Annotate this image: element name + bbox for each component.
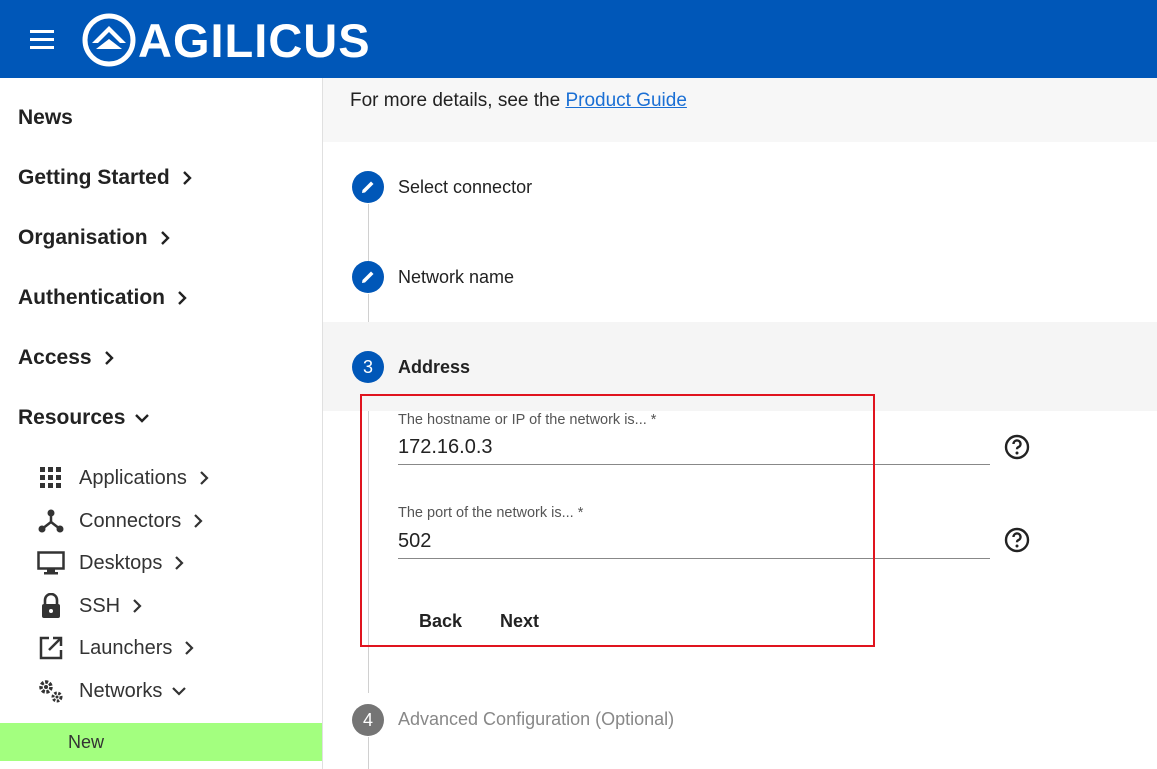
sidebar-item-label: Resources	[18, 406, 126, 429]
sidebar-subitem-launchers[interactable]: Launchers	[36, 635, 198, 661]
sidebar-subitem-label: SSH	[79, 594, 121, 617]
help-icon[interactable]	[1004, 434, 1030, 460]
sidebar-subitem-new[interactable]: New	[0, 723, 322, 761]
launch-icon	[36, 635, 66, 661]
step-1-edit-icon[interactable]	[352, 171, 384, 203]
help-icon[interactable]	[1004, 527, 1030, 553]
sidebar-item-access[interactable]: Access	[18, 346, 118, 370]
product-guide-link[interactable]: Product Guide	[565, 90, 686, 111]
grid-icon	[36, 465, 66, 491]
step-connector-line	[368, 204, 369, 262]
sidebar-item-news[interactable]: News	[18, 106, 73, 130]
step-2-label[interactable]: Network name	[398, 267, 514, 288]
chevron-right-icon	[182, 171, 192, 185]
sidebar-subitem-label: Applications	[79, 466, 187, 489]
chevron-right-icon	[104, 351, 114, 365]
chevron-right-icon	[178, 291, 187, 305]
chevron-down-icon	[135, 414, 150, 423]
details-text: For more details, see the	[350, 90, 561, 111]
step-1-label[interactable]: Select connector	[398, 177, 532, 198]
back-button[interactable]: Back	[419, 611, 462, 632]
monitor-icon	[36, 550, 66, 576]
menu-icon[interactable]	[30, 30, 56, 50]
sidebar-item-getting-started[interactable]: Getting Started	[18, 166, 196, 190]
sidebar-subitem-label: Desktops	[79, 551, 163, 574]
chevron-right-icon	[194, 514, 203, 528]
sidebar-item-label: News	[18, 106, 73, 129]
sidebar-item-label: Access	[18, 346, 92, 369]
sidebar-item-organisation[interactable]: Organisation	[18, 226, 174, 250]
sidebar-subitem-networks[interactable]: Networks	[36, 678, 188, 704]
chevron-right-icon	[133, 599, 142, 613]
sidebar-subitem-connectors[interactable]: Connectors	[36, 508, 207, 534]
main-content: For more details, see the Product Guide …	[323, 78, 1157, 769]
chevron-right-icon	[175, 556, 184, 570]
sidebar-subitem-label: Networks	[79, 679, 163, 702]
sidebar-subitem-label: Launchers	[79, 636, 173, 659]
port-label: The port of the network is... *	[398, 505, 584, 521]
step-connector-line	[368, 737, 369, 769]
next-button[interactable]: Next	[500, 611, 539, 632]
sidebar-subitem-ssh[interactable]: SSH	[36, 593, 146, 619]
details-banner: For more details, see the Product Guide	[323, 78, 1157, 142]
port-input[interactable]	[398, 525, 990, 559]
step-4-label[interactable]: Advanced Configuration (Optional)	[398, 709, 674, 730]
sidebar-subitem-label: Connectors	[79, 509, 182, 532]
hostname-label: The hostname or IP of the network is... …	[398, 412, 657, 428]
step-4-number: 4	[352, 704, 384, 736]
logo[interactable]: AGILICUS	[82, 12, 371, 68]
step-3-number: 3	[352, 351, 384, 383]
step-connector-line	[368, 294, 369, 322]
top-bar: AGILICUS	[0, 0, 1157, 78]
hostname-input[interactable]	[398, 431, 990, 465]
sidebar-subitem-desktops[interactable]: Desktops	[36, 550, 188, 576]
logo-mark-icon	[82, 13, 136, 67]
step-2-edit-icon[interactable]	[352, 261, 384, 293]
chevron-right-icon	[200, 471, 209, 485]
step-3-label[interactable]: Address	[398, 357, 470, 378]
sidebar-item-label: Getting Started	[18, 166, 170, 189]
sidebar-item-authentication[interactable]: Authentication	[18, 286, 191, 310]
lock-icon	[36, 593, 66, 619]
logo-text: AGILICUS	[138, 13, 371, 67]
chevron-down-icon	[172, 687, 187, 696]
sidebar-item-label: Organisation	[18, 226, 148, 249]
sidebar-item-label: Authentication	[18, 286, 165, 309]
step-connector-line	[368, 411, 369, 693]
connector-icon	[36, 508, 66, 534]
sidebar: News Getting Started Organisation Authen…	[0, 78, 323, 769]
gears-icon	[36, 678, 66, 704]
sidebar-subitem-applications[interactable]: Applications	[36, 465, 213, 491]
sidebar-item-resources[interactable]: Resources	[18, 406, 151, 430]
chevron-right-icon	[160, 231, 170, 245]
chevron-right-icon	[185, 641, 194, 655]
